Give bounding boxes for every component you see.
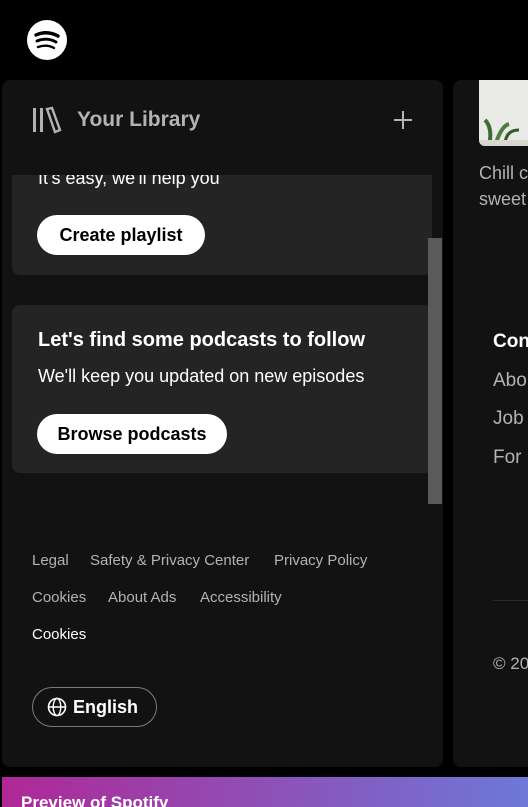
globe-icon bbox=[47, 697, 67, 717]
language-button[interactable]: English bbox=[32, 687, 157, 727]
card-title-line1[interactable]: Chill c bbox=[479, 163, 528, 184]
podcasts-card-title: Let's find some podcasts to follow bbox=[38, 329, 366, 351]
preview-banner[interactable]: Preview of Spotify bbox=[2, 777, 528, 807]
library-scrollbar[interactable] bbox=[428, 238, 442, 504]
library-title[interactable]: Your Library bbox=[77, 108, 200, 132]
copyright-text: © 20 bbox=[493, 654, 528, 673]
footer-link-about[interactable]: Abo bbox=[493, 370, 527, 392]
browse-podcasts-button[interactable]: Browse podcasts bbox=[37, 414, 227, 454]
playlist-card-subtitle: It's easy, we'll help you bbox=[38, 175, 220, 188]
main-content-panel: Chill c sweet Con Abo Job For © 20 bbox=[453, 80, 528, 767]
playlist-thumbnail[interactable] bbox=[479, 80, 528, 146]
plus-icon[interactable] bbox=[390, 106, 416, 134]
footer-section-heading: Con bbox=[493, 331, 528, 352]
library-panel: It's easy, we'll help you Create playlis… bbox=[2, 80, 443, 767]
footer-link-cookies[interactable]: Cookies bbox=[32, 589, 86, 606]
podcasts-card-subtitle: We'll keep you updated on new episodes bbox=[38, 366, 365, 386]
spotify-logo-icon[interactable] bbox=[27, 20, 67, 60]
library-icon[interactable] bbox=[32, 106, 62, 134]
create-playlist-button[interactable]: Create playlist bbox=[37, 215, 205, 255]
footer-divider bbox=[493, 600, 528, 601]
footer-link-jobs[interactable]: Job bbox=[493, 408, 524, 430]
podcasts-card: Let's find some podcasts to follow We'll… bbox=[12, 305, 432, 473]
footer-link-legal[interactable]: Legal bbox=[32, 552, 69, 569]
footer-link-safety-privacy[interactable]: Safety & Privacy Center bbox=[90, 552, 249, 569]
language-label: English bbox=[73, 696, 139, 717]
create-playlist-card: It's easy, we'll help you Create playlis… bbox=[12, 175, 432, 275]
footer-link-cookies-settings[interactable]: Cookies bbox=[32, 626, 86, 643]
footer-link-privacy-policy[interactable]: Privacy Policy bbox=[274, 552, 367, 569]
card-title-line2[interactable]: sweet bbox=[479, 189, 526, 210]
footer-link-for[interactable]: For bbox=[493, 447, 522, 469]
library-header: Your Library bbox=[2, 80, 443, 175]
preview-banner-text: Preview of Spotify bbox=[21, 793, 169, 807]
top-bar bbox=[0, 0, 528, 80]
footer-link-about-ads[interactable]: About Ads bbox=[108, 589, 176, 606]
footer-link-accessibility[interactable]: Accessibility bbox=[200, 589, 282, 606]
